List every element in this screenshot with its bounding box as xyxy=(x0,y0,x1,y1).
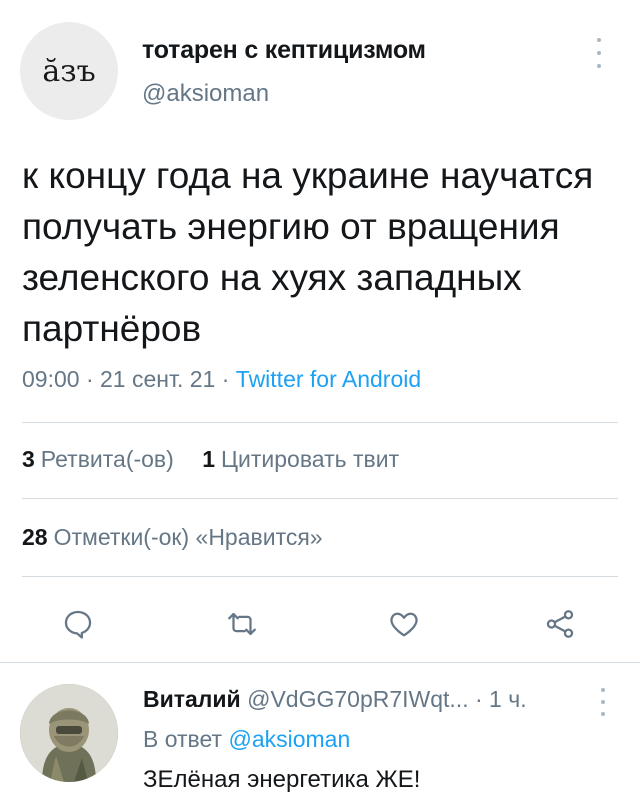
divider xyxy=(0,662,640,663)
tweet-meta: 09:00 · 21 сент. 21 · Twitter for Androi… xyxy=(22,366,421,393)
reply-author-handle[interactable]: @VdGG70pR7IWqt... xyxy=(247,686,469,712)
reply-author-name[interactable]: Виталий xyxy=(143,686,241,712)
retweets-stat[interactable]: 3 Ретвита(-ов) xyxy=(22,446,174,472)
retweet-button[interactable] xyxy=(222,604,262,644)
reply-header: Виталий @VdGG70pR7IWqt... · 1 ч. xyxy=(143,686,527,713)
more-options-icon[interactable] xyxy=(594,38,604,68)
author-display-name[interactable]: тотарен с кептицизмом xyxy=(142,36,426,65)
like-icon xyxy=(390,612,418,637)
quotes-count: 1 xyxy=(202,446,215,472)
reply-button[interactable] xyxy=(58,604,98,644)
retweet-quote-stats: 3 Ретвита(-ов) 1 Цитировать твит xyxy=(22,446,399,473)
quotes-stat[interactable]: 1 Цитировать твит xyxy=(202,446,399,472)
avatar-text: ӑзъ xyxy=(42,53,96,89)
tweet-source-link[interactable]: Twitter for Android xyxy=(236,366,421,392)
reply-separator: · xyxy=(474,686,483,712)
reply-text: ЗЕлёная энергетика ЖЕ! xyxy=(143,766,421,793)
reply-author-avatar[interactable] xyxy=(20,684,118,782)
reply-mention-link[interactable]: @aksioman xyxy=(228,726,350,752)
likes-label: Отметки(-ок) «Нравится» xyxy=(53,524,323,550)
meta-separator: · xyxy=(221,366,230,392)
share-icon xyxy=(546,610,574,638)
meta-separator: · xyxy=(85,366,94,392)
tweet-date: 21 сент. 21 xyxy=(100,366,216,392)
retweets-label: Ретвита(-ов) xyxy=(40,446,174,472)
reply-icon xyxy=(64,610,92,639)
divider xyxy=(22,498,618,499)
author-handle[interactable]: @aksioman xyxy=(142,80,269,108)
divider xyxy=(22,422,618,423)
like-button[interactable] xyxy=(384,604,424,644)
reply-context: В ответ @aksioman xyxy=(143,726,350,753)
tweet-time: 09:00 xyxy=(22,366,80,392)
reply-time: 1 ч. xyxy=(489,686,527,712)
author-avatar[interactable]: ӑзъ xyxy=(20,22,118,120)
share-button[interactable] xyxy=(540,604,580,644)
reply-prefix: В ответ xyxy=(143,726,223,752)
retweet-icon xyxy=(228,612,256,636)
quotes-label: Цитировать твит xyxy=(221,446,400,472)
tweet-text: к концу года на украине научатся получат… xyxy=(22,155,594,349)
divider xyxy=(22,576,618,577)
likes-count: 28 xyxy=(22,524,48,550)
retweets-count: 3 xyxy=(22,446,35,472)
soldier-avatar-icon xyxy=(20,684,118,782)
reply-more-options-icon[interactable] xyxy=(598,688,608,716)
likes-stat[interactable]: 28 Отметки(-ок) «Нравится» xyxy=(22,524,323,551)
